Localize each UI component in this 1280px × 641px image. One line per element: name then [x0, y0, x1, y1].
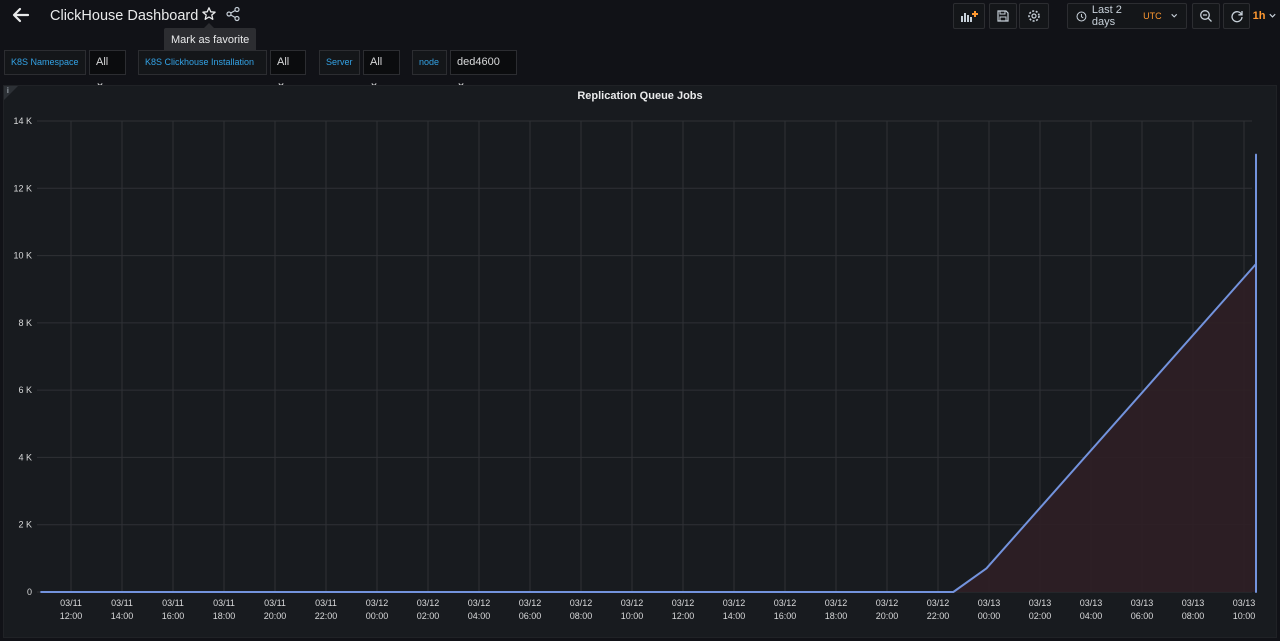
y-tick-label: 6 K — [18, 385, 32, 395]
x-tick-label: 03/12 — [927, 598, 950, 608]
x-tick-label: 03/12 — [621, 598, 644, 608]
x-tick-label: 03/11 — [315, 598, 337, 608]
x-tick-label: 12:00 — [60, 611, 83, 621]
time-range-label: Last 2 days — [1091, 4, 1122, 28]
x-tick-label: 03/12 — [825, 598, 848, 608]
y-tick-label: 0 — [27, 587, 32, 597]
x-tick-label: 10:00 — [621, 611, 644, 621]
settings-button[interactable] — [1019, 3, 1049, 29]
dashboard-title[interactable]: ClickHouse Dashboard — [50, 8, 198, 24]
add-panel-button[interactable] — [953, 3, 985, 29]
variable-select-k8s-clickhouse-installation[interactable]: All — [270, 50, 306, 87]
variable-value: All — [96, 56, 109, 68]
x-tick-label: 12:00 — [672, 611, 695, 621]
replication-queue-chart[interactable]: 0 2 K 4 K 6 K 8 K 10 K 12 K 14 K 03/11 12:00 03/11… — [4, 86, 1278, 639]
x-tick-label: 18:00 — [825, 611, 848, 621]
x-tick-label: 03/11 — [111, 598, 133, 608]
refresh-interval-picker[interactable]: 1h — [1250, 3, 1280, 29]
graph-panel: i Replication Queue Jobs 02 K4 K6 K8 K 10… — [3, 85, 1277, 638]
x-tick-label: 03/13 — [1029, 598, 1052, 608]
chevron-down-icon — [1269, 13, 1277, 18]
favorite-tooltip: Mark as favorite — [164, 23, 257, 52]
x-tick-label: 04:00 — [1080, 611, 1103, 621]
x-tick-label: 16:00 — [162, 611, 185, 621]
x-tick-label: 03/12 — [366, 598, 389, 608]
x-tick-label: 03/12 — [723, 598, 746, 608]
x-tick-label: 03/13 — [1080, 598, 1103, 608]
x-tick-label: 03/11 — [162, 598, 184, 608]
x-tick-label: 00:00 — [978, 611, 1001, 621]
variable-label-node: node — [412, 50, 447, 75]
x-tick-label: 18:00 — [213, 611, 236, 621]
y-tick-label: 8 K — [18, 318, 32, 328]
clock-icon — [1076, 11, 1087, 21]
share-icon[interactable] — [225, 6, 241, 22]
x-tick-label: 03/12 — [774, 598, 797, 608]
variable-label-k8s-namespace: K8S Namespace — [4, 50, 86, 75]
x-tick-label: 04:00 — [468, 611, 491, 621]
x-tick-label: 03/12 — [672, 598, 695, 608]
timezone-label: UTC — [1143, 11, 1162, 21]
variable-value: ded4600 — [457, 56, 500, 68]
y-tick-label: 4 K — [18, 452, 32, 462]
zoom-out-icon — [1200, 10, 1212, 22]
refresh-interval-label: 1h — [1252, 10, 1266, 22]
x-tick-label: 20:00 — [264, 611, 287, 621]
zoom-out-button[interactable] — [1192, 3, 1220, 29]
x-tick-label: 06:00 — [519, 611, 542, 621]
variable-value: All — [277, 56, 290, 68]
gear-icon — [1028, 10, 1040, 22]
x-tick-label: 14:00 — [111, 611, 134, 621]
x-tick-label: 03/12 — [570, 598, 593, 608]
x-tick-label: 03/12 — [519, 598, 542, 608]
x-tick-label: 00:00 — [366, 611, 389, 621]
x-tick-label: 03/11 — [213, 598, 235, 608]
y-tick-label: 10 K — [13, 251, 32, 261]
y-tick-label: 2 K — [18, 520, 32, 530]
x-tick-label: 14:00 — [723, 611, 746, 621]
x-tick-label: 03/12 — [417, 598, 440, 608]
x-tick-label: 03/13 — [1182, 598, 1205, 608]
series-area — [40, 154, 1256, 592]
x-tick-label: 03/12 — [468, 598, 491, 608]
refresh-button[interactable] — [1223, 3, 1250, 29]
time-range-picker[interactable]: Last 2 days UTC — [1067, 3, 1187, 29]
variables-bar: K8S Namespace All K8S Clickhouse Install… — [0, 50, 1280, 87]
x-tick-label: 03/13 — [978, 598, 1001, 608]
star-icon[interactable] — [201, 6, 217, 22]
x-tick-label: 03/11 — [60, 598, 82, 608]
x-tick-label: 03/13 — [1131, 598, 1154, 608]
chevron-down-icon — [1170, 13, 1177, 18]
variable-label-server: Server — [319, 50, 360, 75]
variable-select-server[interactable]: All — [363, 50, 400, 87]
x-tick-label: 02:00 — [417, 611, 440, 621]
x-tick-label: 03/13 — [1233, 598, 1256, 608]
variable-select-k8s-namespace[interactable]: All — [89, 50, 126, 87]
add-panel-icon — [961, 11, 978, 22]
x-tick-label: 08:00 — [570, 611, 593, 621]
x-tick-label: 16:00 — [774, 611, 797, 621]
y-tick-label: 12 K — [13, 183, 32, 193]
x-tick-label: 22:00 — [927, 611, 950, 621]
x-tick-label: 03/12 — [876, 598, 899, 608]
refresh-icon — [1230, 11, 1243, 23]
x-tick-label: 08:00 — [1182, 611, 1205, 621]
variable-value: All — [370, 56, 383, 68]
variable-label-k8s-clickhouse-installation: K8S Clickhouse Installation — [138, 50, 267, 75]
x-tick-label: 22:00 — [315, 611, 338, 621]
back-arrow-icon[interactable] — [10, 4, 32, 26]
x-tick-label: 02:00 — [1029, 611, 1052, 621]
y-tick-label: 14 K — [13, 116, 32, 126]
variable-select-node[interactable]: ded4600 — [450, 50, 517, 87]
save-icon — [997, 10, 1009, 22]
x-tick-label: 06:00 — [1131, 611, 1154, 621]
x-tick-label: 03/11 — [264, 598, 286, 608]
save-dashboard-button[interactable] — [989, 3, 1017, 29]
x-tick-label: 10:00 — [1233, 611, 1256, 621]
x-tick-label: 20:00 — [876, 611, 899, 621]
